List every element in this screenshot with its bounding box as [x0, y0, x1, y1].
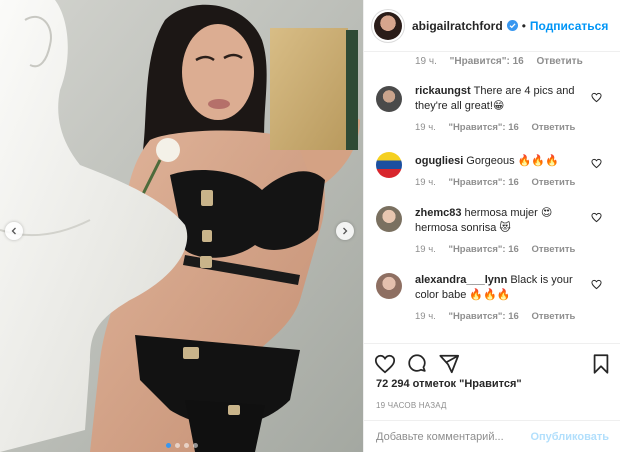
comments-list[interactable]: 19 ч. "Нравится": 16 Ответить rickaungst… [364, 52, 620, 342]
commenter-avatar[interactable] [376, 152, 402, 178]
comment-likes[interactable]: "Нравится": 16 [448, 311, 518, 322]
share-icon[interactable] [438, 353, 460, 375]
reply-button[interactable]: Ответить [531, 122, 575, 133]
likes-number: 72 294 [376, 378, 410, 390]
chevron-right-icon [343, 227, 348, 235]
like-comment-heart-icon[interactable] [591, 158, 602, 169]
carousel-next-button[interactable] [336, 222, 354, 240]
add-comment-bar: Опубликовать [364, 420, 620, 452]
comment-likes[interactable]: "Нравится": 16 [448, 122, 518, 133]
commenter-username[interactable]: rickaungst [415, 85, 471, 97]
comment-time: 19 ч. [415, 177, 436, 188]
likes-count[interactable]: 72 294 отметок "Нравится" [376, 378, 522, 390]
reply-button[interactable]: Ответить [531, 244, 575, 255]
like-comment-heart-icon[interactable] [591, 92, 602, 103]
likes-label: отметок "Нравится" [412, 378, 522, 390]
comment-likes[interactable]: "Нравится": 16 [448, 177, 518, 188]
follow-button[interactable]: Подписаться [530, 19, 608, 33]
like-comment-heart-icon[interactable] [591, 212, 602, 223]
post-photo [0, 0, 363, 452]
comment-meta: 19 ч. "Нравится": 16 Ответить [415, 175, 580, 190]
carousel-dot [183, 443, 189, 448]
commenter-username[interactable]: ogugliesi [415, 155, 463, 167]
reply-button[interactable]: Ответить [537, 56, 583, 67]
heart-icon[interactable] [374, 353, 396, 375]
carousel-dots [0, 443, 363, 448]
post-media[interactable] [0, 0, 363, 452]
comment-meta: 19 ч. "Нравится": 16 Ответить [415, 309, 580, 324]
comment-time: 19 ч. [415, 244, 436, 255]
comment-meta: 19 ч. "Нравится": 16 Ответить [415, 242, 580, 257]
commenter-avatar[interactable] [376, 86, 402, 112]
comment-time: 19 ч. [415, 56, 437, 67]
comment-meta: 19 ч. "Нравится": 16 Ответить [415, 120, 580, 135]
post-timestamp[interactable]: 19 ЧАСОВ НАЗАД [376, 401, 447, 410]
commenter-username[interactable]: alexandra___lynn [415, 274, 507, 286]
comment-time: 19 ч. [415, 122, 436, 133]
like-comment-heart-icon[interactable] [591, 279, 602, 290]
comment-input[interactable] [376, 430, 531, 443]
post-header: abigailratchford • Подписаться [364, 0, 620, 52]
comment-text: Gorgeous 🔥🔥🔥 [466, 155, 559, 167]
carousel-dot [165, 443, 171, 448]
header-separator: • [521, 18, 526, 33]
reply-button[interactable]: Ответить [531, 177, 575, 188]
reply-button[interactable]: Ответить [531, 311, 575, 322]
previous-comment-meta: 19 ч. "Нравится": 16 Ответить [415, 56, 583, 67]
publish-comment-button[interactable]: Опубликовать [530, 431, 609, 443]
chevron-left-icon [11, 227, 16, 235]
author-avatar[interactable] [374, 11, 402, 40]
comment-time: 19 ч. [415, 311, 436, 322]
post-actions-bar [364, 343, 620, 383]
commenter-avatar[interactable] [376, 273, 402, 299]
commenter-username[interactable]: zhemc83 [415, 207, 461, 219]
comment-likes[interactable]: "Нравится": 16 [450, 56, 524, 67]
carousel-dot [174, 443, 180, 448]
commenter-avatar[interactable] [376, 206, 402, 232]
carousel-dot [192, 443, 198, 448]
author-username[interactable]: abigailratchford [412, 19, 503, 33]
comment-likes[interactable]: "Нравится": 16 [448, 244, 518, 255]
post-side-panel: abigailratchford • Подписаться 19 ч. "Нр… [363, 0, 620, 452]
verified-badge-icon [506, 20, 518, 31]
comment-icon[interactable] [406, 353, 428, 375]
carousel-prev-button[interactable] [5, 222, 23, 240]
bookmark-icon[interactable] [590, 353, 612, 375]
